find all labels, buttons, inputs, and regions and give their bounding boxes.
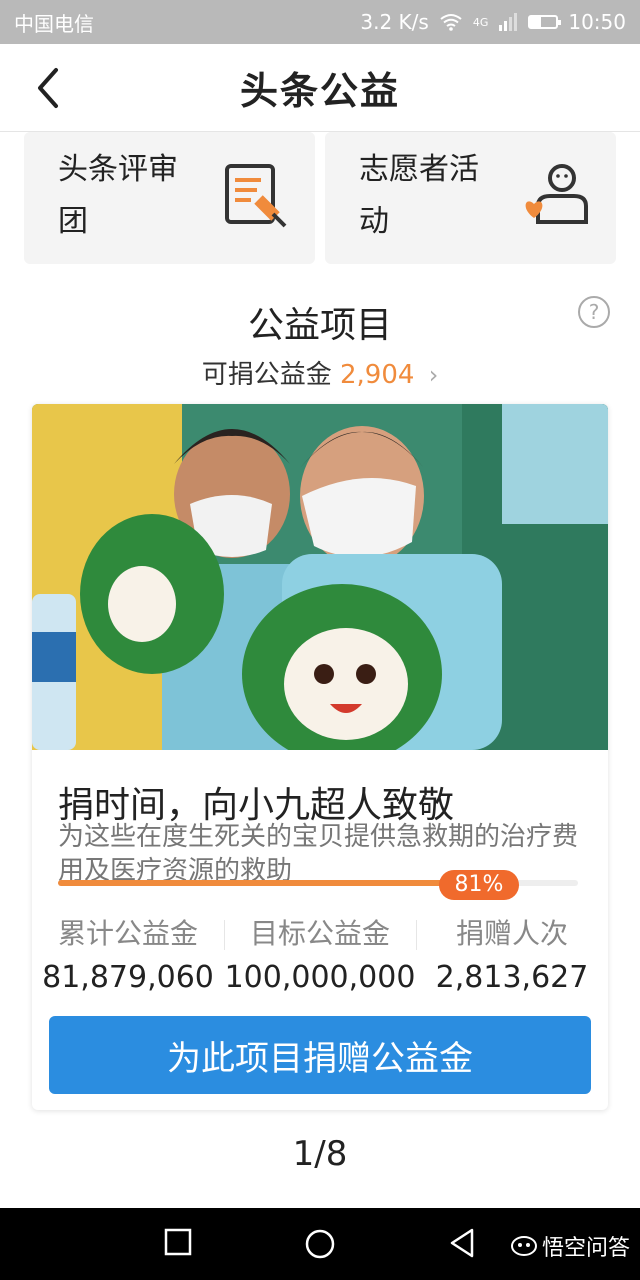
battery-icon [528,15,562,29]
watermark: 悟空问答 [510,1230,630,1262]
entry-volunteer-label: 志愿者活动 [359,152,479,239]
wifi-icon [440,14,462,31]
review-document-icon [225,164,287,228]
project-photo [32,404,608,750]
stat-raised-value: 81,879,060 [42,960,214,995]
carrier-label: 中国电信 [14,11,94,36]
volunteer-heart-icon [525,164,588,224]
system-nav-bar: 悟空问答 [0,1208,640,1280]
entry-tiles: 头条评审团 志愿者活动 [24,132,616,264]
section-title: 公益项目 [247,305,392,346]
stat-donors-value: 2,813,627 [435,960,589,995]
page-indicator: 1/8 [292,1134,348,1174]
entry-review-label: 头条评审团 [58,152,178,239]
project-card[interactable]: 捐时间，向小九超人致敬 为这些在度生死关的宝贝提供急救期的治疗费用及医疗资源的救… [32,404,608,1110]
fund-amount: 2,904 [339,360,415,390]
status-indicators: 3.2 K/s 4G 10:50 [360,10,626,34]
clock: 10:50 [568,10,626,34]
entry-volunteer[interactable]: 志愿者活动 [325,132,616,264]
stat-target: 目标公益金 100,000,000 [224,914,416,1004]
nav-bar: 头条公益 [0,44,640,132]
stat-target-label: 目标公益金 [249,917,390,950]
page-title: 头条公益 [239,69,400,113]
entry-review-panel[interactable]: 头条评审团 [24,132,315,264]
recent-apps-icon[interactable] [164,1228,192,1256]
stat-raised-label: 累计公益金 [57,917,198,950]
progress-fill [58,880,479,886]
signal-icon [499,13,518,31]
stat-donors-label: 捐赠人次 [455,917,568,950]
back-icon[interactable] [448,1228,476,1258]
watermark-text: 悟空问答 [541,1236,630,1261]
back-arrow-icon[interactable] [30,64,70,112]
help-icon[interactable]: ? [578,296,610,328]
network-type: 4G [472,15,489,29]
wukong-logo-icon [510,1236,537,1256]
status-bar: 中国电信 3.2 K/s 4G 10:50 [0,0,640,44]
home-icon[interactable] [304,1228,336,1260]
available-fund[interactable]: 可捐公益金 2,904 › [0,354,640,391]
stat-donors: 捐赠人次 2,813,627 [416,914,608,1004]
stat-target-value: 100,000,000 [224,960,416,995]
stat-raised: 累计公益金 81,879,060 [32,914,224,1004]
donate-button[interactable]: 为此项目捐赠公益金 [49,1016,591,1094]
project-stats: 累计公益金 81,879,060 目标公益金 100,000,000 捐赠人次 … [32,914,608,1004]
progress-badge: 81% [439,870,519,900]
chevron-right-icon: › [428,361,439,389]
network-speed: 3.2 K/s [360,10,429,34]
fund-label: 可捐公益金 [201,360,332,390]
